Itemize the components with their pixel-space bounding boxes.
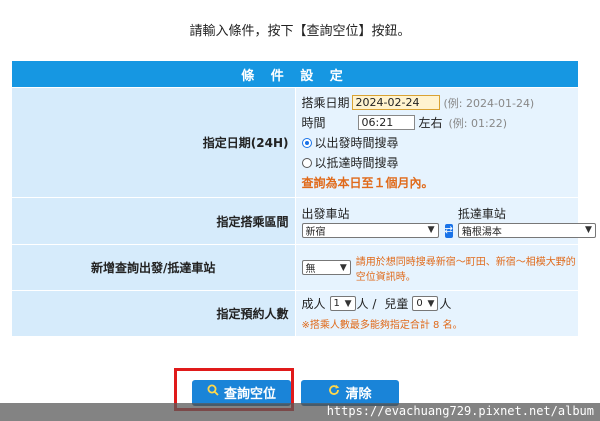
date-input[interactable]: 2024-02-24 — [351, 95, 440, 110]
date-hint: (例: 2024-01-24) — [443, 96, 535, 110]
radio-arrive-label: 以抵達時間搜尋 — [314, 156, 399, 170]
radio-depart-label: 以出發時間搜尋 — [314, 136, 399, 150]
add-station-select[interactable]: 無 ▼ — [301, 260, 351, 275]
chevron-down-icon: ▼ — [427, 225, 435, 235]
people-row: 指定預約人數 成人 1 ▼ 人 / 兒童 0 ▼ 人 ※搭乘人數最多能夠指定合計… — [11, 290, 579, 337]
people-row-label: 指定預約人數 — [11, 290, 296, 337]
conditions-form: 條 件 設 定 指定日期(24H) 搭乘日期 2024-02-24 (例: 20… — [11, 60, 596, 337]
depart-station-label: 出發車站 — [301, 206, 350, 221]
section-row: 指定搭乘區間 出發車站 新宿 ▼ ⇄ 抵達車站 箱根湯本 ▼ — [11, 197, 596, 245]
radio-arrive[interactable] — [301, 157, 312, 168]
add-station-value: 無 — [305, 264, 316, 275]
swap-stations-button[interactable]: ⇄ — [444, 223, 453, 238]
date-row: 指定日期(24H) 搭乘日期 2024-02-24 (例: 2024-01-24… — [11, 87, 579, 198]
people-note: ※搭乘人數最多能夠指定合計 8 名。 — [301, 320, 463, 331]
radio-depart-option[interactable]: 以出發時間搜尋 — [301, 133, 579, 152]
arrive-station-label: 抵達車站 — [457, 206, 506, 221]
arrive-station-select[interactable]: 箱根湯本 ▼ — [457, 222, 596, 238]
time-input[interactable]: 06:21 — [357, 115, 415, 130]
adult-label: 成人 — [301, 297, 326, 311]
time-suffix: 左右 — [418, 116, 443, 130]
watermark-text: https://evachuang729.pixnet.net/album — [326, 404, 594, 418]
swap-icon: ⇄ — [444, 225, 453, 236]
child-count-select[interactable]: 0 ▼ — [412, 296, 439, 311]
radio-depart[interactable] — [301, 137, 312, 148]
watermark-bar: https://evachuang729.pixnet.net/album — [0, 403, 600, 421]
time-hint: (例: 01:22) — [448, 116, 508, 130]
adult-unit: 人 / — [356, 297, 377, 311]
chevron-down-icon: ▼ — [344, 298, 352, 309]
add-station-note: 請用於想同時搜尋新宿～町田、新宿～相模大野的空位資訊時。 — [355, 256, 576, 283]
chevron-down-icon: ▼ — [584, 225, 592, 235]
add-station-row: 新增查詢出發/抵達車站 無 ▼ 請用於想同時搜尋新宿～町田、新宿～相模大野的空位… — [11, 244, 579, 291]
depart-station-select[interactable]: 新宿 ▼ — [301, 222, 439, 238]
adult-count-select[interactable]: 1 ▼ — [329, 296, 356, 311]
date-row-label: 指定日期(24H) — [11, 87, 296, 198]
child-label: 兒童 — [384, 297, 409, 311]
depart-station-value: 新宿 — [305, 226, 326, 238]
form-title: 條 件 設 定 — [11, 60, 579, 88]
refresh-icon — [328, 384, 340, 400]
clear-label: 清除 — [345, 386, 372, 402]
child-unit: 人 — [439, 297, 452, 311]
chevron-down-icon: ▼ — [339, 262, 347, 273]
time-label: 時間 — [301, 116, 326, 130]
section-row-label: 指定搭乘區間 — [11, 197, 296, 245]
range-note: 查詢為本日至１個月內。 — [301, 176, 434, 190]
chevron-down-icon: ▼ — [427, 298, 435, 309]
child-count-value: 0 — [416, 298, 423, 309]
add-station-row-label: 新增查詢出發/抵達車站 — [11, 244, 296, 291]
radio-arrive-option[interactable]: 以抵達時間搜尋 — [301, 153, 579, 172]
date-label: 搭乘日期 — [301, 96, 350, 110]
adult-count-value: 1 — [333, 298, 340, 309]
arrive-station-value: 箱根湯本 — [461, 226, 502, 238]
instruction-text: 請輸入條件，按下【查詢空位】按鈕。 — [189, 24, 411, 39]
